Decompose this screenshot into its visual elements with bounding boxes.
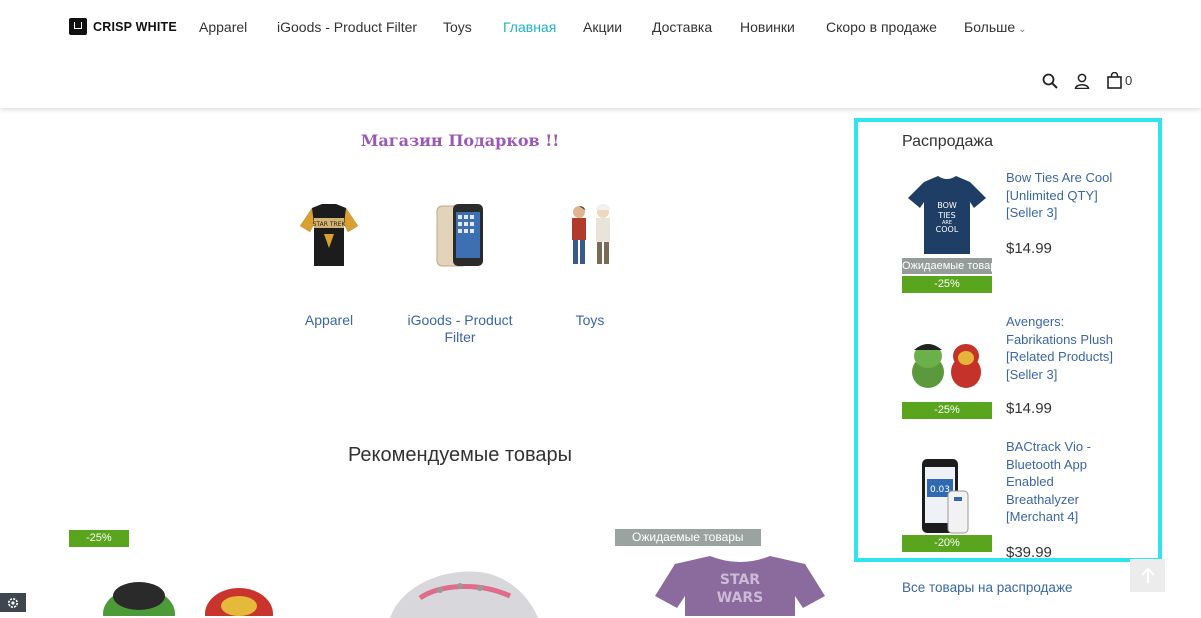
sale-item-price: $14.99 — [1006, 400, 1052, 417]
recommended-title: Рекомендуемые товары — [347, 444, 573, 466]
sale-item-name[interactable]: Bow Ties Are Cool [Unlimited QTY] [Selle… — [1006, 169, 1124, 222]
scroll-to-top-button[interactable] — [1130, 559, 1165, 592]
sale-item-image: BOW TIES ARE COOL — [902, 168, 992, 258]
cart-icon[interactable] — [1107, 71, 1122, 94]
nav-home[interactable]: Главная — [503, 19, 556, 35]
category-image — [415, 190, 505, 280]
arrow-up-icon — [1140, 567, 1155, 583]
sale-item-discount: -25% — [902, 402, 992, 419]
product-image: STAR WARS — [655, 556, 825, 616]
sale-item-price: $39.99 — [1006, 544, 1052, 561]
product-image — [390, 571, 538, 618]
nav-coming-soon[interactable]: Скоро в продаже — [826, 19, 937, 35]
svg-text:STAR TREK: STAR TREK — [313, 221, 347, 228]
category-igoods[interactable]: iGoods - Product Filter — [400, 190, 520, 346]
svg-text:STAR: STAR — [720, 572, 760, 588]
product-card[interactable]: Ожидаемые товары STAR WARS — [615, 528, 825, 616]
category-image — [545, 190, 635, 280]
logo[interactable]: CRISP WHITE — [69, 18, 177, 35]
nav-promotions[interactable]: Акции — [583, 19, 622, 35]
gear-icon — [8, 597, 18, 608]
nav-new[interactable]: Новинки — [740, 19, 795, 35]
nav-delivery[interactable]: Доставка — [652, 19, 712, 35]
status-badge: Ожидаемые товары — [615, 529, 761, 546]
logo-icon — [69, 18, 87, 35]
category-image: STAR TREK — [284, 190, 374, 280]
svg-text:TIES: TIES — [937, 211, 955, 220]
all-sale-link[interactable]: Все товары на распродаже — [902, 580, 1072, 595]
svg-text:BOW: BOW — [937, 201, 957, 210]
category-apparel[interactable]: STAR TREK Apparel — [269, 190, 389, 329]
sale-item-discount: -20% — [902, 535, 992, 552]
sale-item-name[interactable]: BACtrack Vio - Bluetooth App Enabled Bre… — [1006, 438, 1124, 526]
logo-text: CRISP WHITE — [93, 19, 177, 34]
nav-more-label: Больше — [964, 19, 1016, 35]
category-label: iGoods - Product Filter — [407, 312, 513, 345]
discount-badge: -25% — [69, 530, 129, 547]
nav-more[interactable]: Больше ⌄ — [964, 19, 1027, 35]
sale-title: Распродажа — [902, 133, 993, 150]
sale-item-price: $14.99 — [1006, 240, 1052, 257]
search-icon[interactable] — [1042, 73, 1058, 94]
sale-item-name[interactable]: Avengers: Fabrikations Plush [Related Pr… — [1006, 313, 1124, 383]
svg-text:COOL: COOL — [936, 225, 959, 234]
svg-text:WARS: WARS — [717, 590, 764, 606]
nav-igoods[interactable]: iGoods - Product Filter — [277, 19, 417, 35]
site-header: CRISP WHITE Apparel iGoods - Product Fil… — [0, 0, 1201, 108]
user-icon[interactable] — [1074, 73, 1090, 94]
svg-text:0.03: 0.03 — [930, 485, 950, 495]
cart-count: 0 — [1125, 73, 1133, 88]
nav-apparel[interactable]: Apparel — [199, 19, 247, 35]
category-label: Apparel — [304, 312, 354, 328]
category-toys[interactable]: Toys — [530, 190, 650, 329]
sale-item-image: 0.03 — [902, 457, 992, 547]
chevron-down-icon: ⌄ — [1018, 24, 1027, 35]
category-label: Toys — [575, 312, 605, 328]
product-card[interactable]: -25% — [69, 528, 273, 616]
product-image — [103, 582, 273, 616]
shop-title: Магазин Подарков !! — [360, 131, 560, 150]
sale-item-discount: -25% — [902, 276, 992, 293]
sale-item-status: Ожидаемые товары — [902, 258, 992, 274]
settings-button[interactable] — [0, 593, 26, 612]
nav-toys[interactable]: Toys — [443, 19, 472, 35]
